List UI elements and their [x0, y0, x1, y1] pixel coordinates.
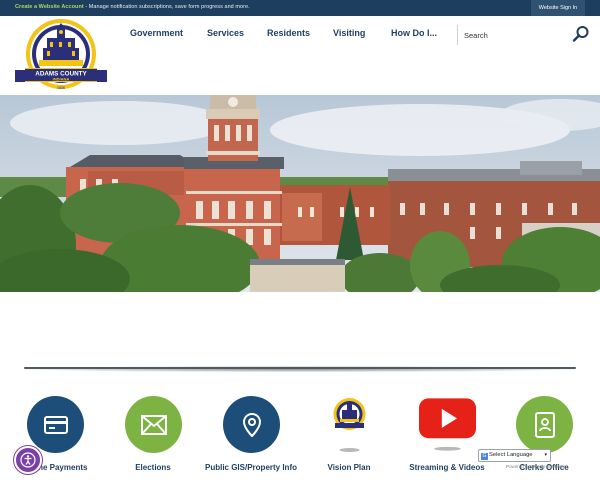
nav-divider — [457, 25, 458, 45]
quick-link-vision-plan[interactable]: Vision Plan — [299, 396, 399, 480]
site-header: ADAMS COUNTY INDIANA 1836 Government Ser… — [0, 16, 600, 95]
youtube-play-icon — [419, 398, 476, 451]
quick-link-circle[interactable] — [223, 396, 280, 453]
accessibility-button[interactable] — [14, 446, 42, 474]
language-select-label: Select Language — [489, 452, 533, 458]
quick-link-circle[interactable] — [419, 396, 476, 453]
quick-link-circle[interactable] — [321, 396, 378, 453]
map-pin-icon — [242, 412, 261, 437]
quick-link-elections[interactable]: Elections — [103, 396, 203, 480]
account-promo: Create a Website Account - Manage notifi… — [15, 4, 250, 10]
envelope-icon — [140, 414, 167, 435]
quick-link-public-gis[interactable]: Public GIS/Property Info — [201, 396, 301, 480]
account-promo-text: - Manage notification subscriptions, sav… — [83, 4, 250, 10]
logo-name-line2: INDIANA — [53, 77, 70, 82]
county-logo[interactable]: ADAMS COUNTY INDIANA 1836 — [13, 18, 109, 94]
nav-services[interactable]: Services — [207, 28, 244, 38]
section-divider — [24, 367, 576, 369]
county-seal-icon — [333, 398, 366, 452]
document-badge-icon — [534, 411, 555, 438]
utility-bar: Create a Website Account - Manage notifi… — [0, 0, 600, 16]
credit-card-icon — [43, 415, 68, 434]
quick-link-circle[interactable] — [125, 396, 182, 453]
accessibility-icon — [20, 452, 36, 468]
quick-link-circle[interactable] — [516, 396, 573, 453]
hero-image — [0, 95, 600, 292]
nav-residents[interactable]: Residents — [267, 28, 310, 38]
google-translate-icon: G — [481, 453, 488, 460]
nav-how-do-i[interactable]: How Do I... — [391, 28, 437, 38]
website-sign-in-button[interactable]: Website Sign In — [531, 0, 585, 16]
search-input[interactable] — [464, 25, 559, 45]
quick-link-streaming-videos[interactable]: Streaming & Videos — [397, 396, 497, 480]
chevron-down-icon: ▾ — [544, 452, 547, 458]
language-select[interactable]: G Select Language ▾ — [478, 449, 551, 462]
nav-government[interactable]: Government — [130, 28, 183, 38]
create-account-link[interactable]: Create a Website Account — [15, 4, 84, 10]
translate-attribution: Powered by Google Translate — [506, 464, 566, 469]
logo-est: 1836 — [57, 86, 65, 90]
search-button[interactable] — [572, 25, 590, 43]
quick-link-circle[interactable] — [27, 396, 84, 453]
magnifier-icon — [572, 26, 589, 42]
nav-visiting[interactable]: Visiting — [333, 28, 365, 38]
